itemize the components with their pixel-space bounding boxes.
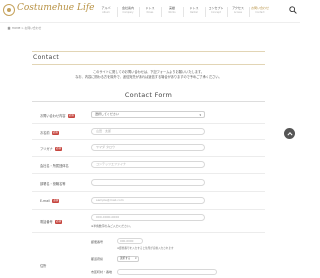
logo-mark-icon	[3, 4, 15, 16]
zip-label: 郵便番号	[91, 240, 104, 244]
back-to-top-button[interactable]	[284, 128, 295, 139]
kana-field[interactable]: ヤマダ タロウ	[91, 144, 205, 151]
title-rule-bottom	[32, 64, 265, 65]
phone-field[interactable]: 000-0000-0000	[91, 214, 205, 221]
department-field[interactable]	[91, 179, 205, 186]
chevron-down-icon: ▾	[199, 113, 201, 117]
breadcrumb-current: お問い合わせ	[24, 26, 42, 30]
breadcrumb-home[interactable]: HOME	[12, 26, 21, 30]
form-row-divider	[32, 173, 265, 174]
nav-item-concept[interactable]: コンセプト Concept	[206, 2, 226, 20]
nav-item-contact[interactable]: お問い合わせ Contact	[250, 2, 270, 20]
email-label: E-mail 必須	[40, 199, 60, 203]
name-label: お名前 必須	[40, 130, 59, 135]
prefecture-select[interactable]: 選択する ▾	[117, 256, 139, 262]
intro-text: このサイトに関してのお問い合わせは、下記フォームよりお願いいたします。 なお、内…	[32, 70, 265, 80]
phone-label: 電話番号 必須	[40, 219, 63, 224]
required-badge: 必須	[54, 220, 63, 224]
name-field[interactable]: 山田 太郎	[91, 128, 205, 135]
phone-label-text: 電話番号	[40, 220, 53, 224]
company-field[interactable]: コンテッツエファイナ	[91, 161, 205, 168]
nav-item-rental[interactable]: ドレス Rental	[184, 2, 204, 20]
form-row-divider	[32, 123, 265, 124]
form-title: Contact Form	[124, 91, 173, 99]
nav-item-sublabel: Rental	[190, 11, 198, 14]
intro-line: なお、内容に関わる方を除外で、返信宛先があれば返信する場合がありますので予めご了…	[75, 75, 222, 79]
required-badge: 必須	[51, 131, 59, 135]
form-row-divider	[32, 232, 265, 233]
email-label-text: E-mail	[40, 199, 50, 203]
kana-label: フリガナ 必須	[40, 146, 63, 151]
prefecture-label: 都道府県	[91, 257, 104, 261]
inquiry-label: お問い合わせ内容 必須	[40, 113, 75, 118]
nav-item-sublabel: Company	[122, 11, 134, 14]
form-row-divider	[32, 191, 265, 192]
nav-item-company[interactable]: 会社案内 Company	[118, 2, 138, 20]
email-field[interactable]: sample@mail.com	[91, 197, 205, 204]
site-logo[interactable]: Costumehue Life	[3, 3, 95, 18]
company-label: 会社名・所属団体名	[40, 164, 69, 168]
title-rule-top	[32, 51, 265, 52]
logo-text: Costumehue Life	[17, 3, 95, 13]
breadcrumb-separator: >	[21, 26, 24, 30]
form-row-divider	[32, 139, 265, 140]
page-title: Contact	[33, 54, 60, 61]
chevron-down-icon: ▾	[135, 257, 137, 260]
nav-item-sublabel: Album	[102, 11, 110, 14]
form-title-rule	[32, 101, 265, 102]
arrow-up-icon	[286, 131, 293, 136]
inquiry-label-text: お問い合わせ内容	[40, 114, 66, 118]
zip-note: ※郵便番号を入力すると住所が自動入力されます	[117, 247, 174, 250]
nav-item-sublabel: Access	[233, 11, 243, 14]
kana-label-text: フリガナ	[40, 147, 53, 151]
nav-item-sublabel: Dress	[146, 11, 154, 14]
search-icon[interactable]	[289, 6, 297, 14]
inquiry-select[interactable]: 選択してください ▾	[91, 111, 205, 118]
nav-item-sublabel: Works	[168, 11, 176, 14]
required-badge: 必須	[67, 114, 75, 118]
breadcrumb: HOME > お問い合わせ	[7, 26, 41, 32]
prefecture-select-value: 選択する	[120, 257, 131, 260]
form-row-divider	[32, 209, 265, 210]
zip-field[interactable]: 000-0000	[117, 238, 143, 244]
nav-item-dress[interactable]: ドレス Dress	[140, 2, 160, 20]
nav-item-album[interactable]: アルバ Album	[96, 2, 116, 20]
city-label: 市区町村・番地	[91, 270, 113, 274]
site-header: Costumehue Life アルバ Album 会社案内 Company ド…	[0, 0, 300, 23]
form-row-divider	[32, 156, 265, 157]
nav-item-sublabel: Concept	[211, 11, 221, 14]
city-field[interactable]	[117, 269, 217, 275]
name-label-text: お名前	[40, 131, 50, 135]
nav-item-access[interactable]: アクセス Access	[228, 2, 248, 20]
inquiry-select-value: 選択してください	[95, 112, 119, 116]
address-label: 住所	[40, 264, 47, 268]
required-badge: 必須	[52, 199, 60, 203]
nav-item-sublabel: Contact	[255, 11, 265, 14]
nav-item-works[interactable]: 実績 Works	[162, 2, 182, 20]
home-icon	[7, 26, 11, 30]
phone-note: ※半角数字のみご入力ください。	[91, 224, 133, 228]
required-badge: 必須	[54, 147, 63, 151]
department-label: 部署名・役職名等	[40, 182, 66, 186]
